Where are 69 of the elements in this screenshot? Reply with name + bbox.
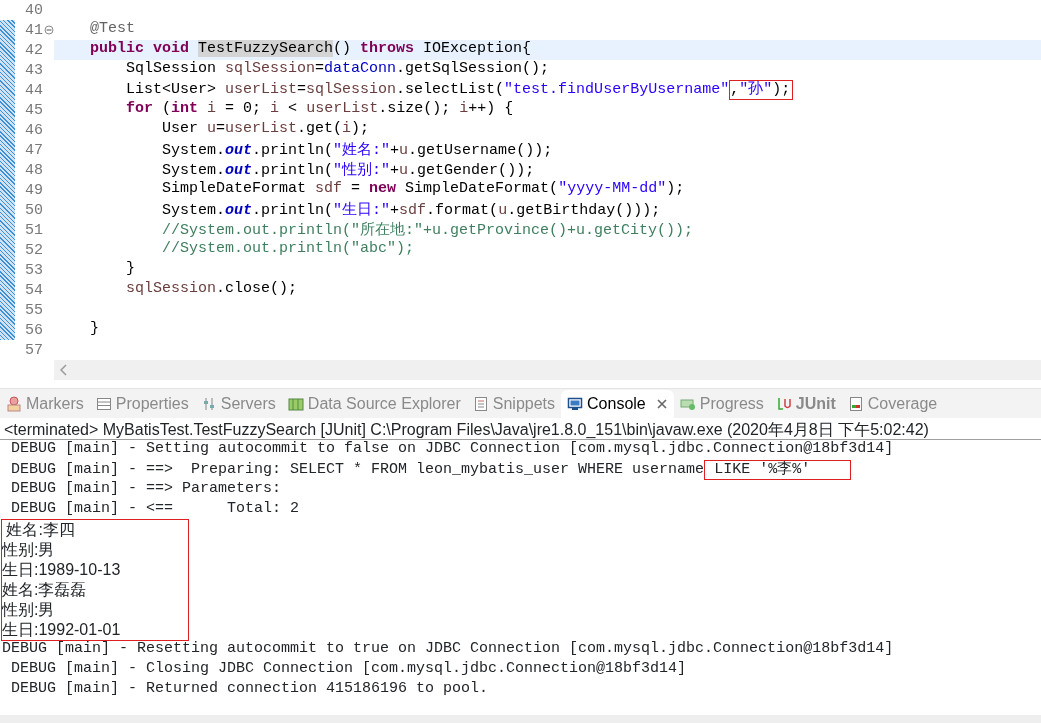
console-text: DEBUG [main] - Closing JDBC Connection [com.mysql.jdbc.Connection@18bf3d14]: [10, 660, 687, 677]
view-tab[interactable]: Snippets: [466, 390, 562, 418]
code-line: //System.out.println("abc");: [161, 240, 415, 259]
line-number: 42: [25, 41, 43, 59]
report-icon: [847, 396, 864, 412]
console-text: 性别:男: [2, 601, 55, 618]
code-line: System.out.println("姓名:"+u.getUsername());: [161, 141, 553, 160]
view-tab[interactable]: Properties: [89, 390, 195, 418]
console-text: DEBUG [main] - Returned connection 415186196 to pool.: [10, 680, 489, 697]
code-line: System.out.println("性别:"+u.getGender());: [161, 161, 535, 180]
line-number: 44: [25, 81, 43, 99]
person-icon: [6, 396, 22, 412]
view-tab[interactable]: Servers: [194, 390, 282, 418]
code-line: public void TestFuzzySearch() throws IOException{: [89, 40, 532, 59]
close-icon[interactable]: [655, 398, 668, 410]
progress-icon: [679, 396, 696, 412]
console-text: DEBUG [main] - ==> Parameters:: [10, 480, 283, 497]
view-tab[interactable]: Console: [561, 390, 674, 418]
line-number: 51: [25, 221, 43, 239]
line-number: 53: [25, 261, 43, 279]
view-tab[interactable]: Coverage: [841, 390, 944, 418]
code-line: sqlSession.close();: [125, 280, 298, 299]
view-tab[interactable]: JUnit: [769, 390, 842, 418]
code-line: SimpleDateFormat sdf = new SimpleDateFormat("yyyy-MM-dd");: [161, 180, 685, 199]
console-text: 生日:1992-01-01: [2, 621, 121, 638]
console-text: 姓名:李磊磊: [2, 581, 87, 598]
console-text: DEBUG [main] - Resetting autocommit to true on JDBC Connection [com.mysql.jdbc.Connection@18bf3d14]: [2, 640, 894, 657]
monitor-icon: [567, 396, 584, 412]
line-number: 56: [25, 321, 43, 339]
console-text: DEBUG [main] - Setting autocommit to false on JDBC Connection [com.mysql.jdbc.Connection@18bf3d14]: [10, 440, 894, 457]
line-number: 52: [25, 241, 43, 259]
console-text: 姓名:李四: [5, 521, 75, 538]
code-line: @Test: [89, 20, 135, 39]
console-text: DEBUG [main] - ==> Preparing: SELECT * FROM leon_mybatis_user WHERE username: [10, 461, 705, 478]
console-highlight: LIKE '%李%': [704, 460, 852, 480]
code-line: }: [89, 320, 99, 339]
code-line: SqlSession sqlSession=dataConn.getSqlSession();: [125, 60, 550, 79]
grid-icon: [287, 396, 304, 412]
line-number: 57: [25, 341, 43, 359]
view-tab[interactable]: Progress: [673, 390, 770, 418]
document-icon: [472, 396, 489, 412]
line-number: 49: [25, 181, 43, 199]
code-line: //System.out.println("所在地:"+u.getProvince()+u.getCity());: [161, 220, 694, 240]
line-number: 54: [25, 281, 43, 299]
line-number: 48: [25, 161, 43, 179]
horizontal-scrollbar[interactable]: [54, 360, 1041, 380]
console-text: DEBUG [main] - <== Total: 2: [10, 500, 300, 517]
console-text: 性别:男: [2, 541, 55, 558]
view-tab[interactable]: Data Source Explorer: [281, 390, 467, 418]
line-number: 45: [25, 101, 43, 119]
line-number: 43: [25, 61, 43, 79]
console-header: <terminated> MyBatisTest.TestFuzzySearch [JUnit] C:\Program Files\Java\jre1.8.0_151\bin\javaw.exe (2020年4月8日 下午5:02:42): [0, 418, 1041, 440]
scroll-left-icon[interactable]: [60, 364, 68, 376]
line-number: 41: [25, 21, 43, 39]
collapse-icon[interactable]: [44, 25, 54, 35]
console-text: 生日:1989-10-13: [2, 561, 121, 578]
line-number: 46: [25, 121, 43, 139]
view-tab[interactable]: Markers: [0, 390, 90, 418]
table-icon: [95, 396, 112, 412]
code-line: System.out.println("生日:"+sdf.format(u.getBirthday()));: [161, 200, 661, 220]
line-number: 40: [25, 1, 43, 19]
line-number: 50: [25, 201, 43, 219]
test-runner-icon: [775, 396, 792, 412]
code-line: User u=userList.get(i);: [161, 120, 370, 139]
line-number: 55: [25, 301, 43, 319]
line-number: 47: [25, 141, 43, 159]
code-line: List<User> userList=sqlSession.selectList("test.findUserByUsername","孙");: [54, 80, 794, 100]
code-line: for (int i = 0; i < userList.size(); i++) {: [125, 100, 514, 119]
code-line: }: [125, 260, 135, 279]
